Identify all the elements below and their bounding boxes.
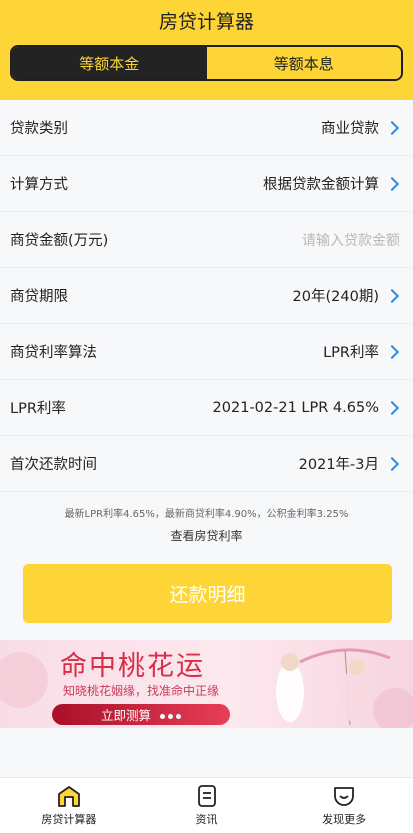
row-label: 商贷金额(万元)	[10, 233, 109, 249]
row-value: 2021年-3月	[298, 457, 379, 473]
loan-form: 贷款类别 商业贷款 计算方式 根据贷款金额计算 商贷金额(万元) 请输入贷款金额…	[0, 100, 413, 492]
tab-news[interactable]: 资讯	[138, 778, 276, 833]
banner-cta-label: 立即测算	[100, 708, 151, 723]
chevron-right-icon	[384, 288, 400, 303]
tab-label: 资讯	[195, 813, 218, 826]
row-label: 贷款类别	[10, 121, 68, 137]
discover-icon	[334, 787, 355, 806]
view-rates-link[interactable]: 查看房贷利率	[0, 527, 413, 544]
page-title: 房贷计算器	[158, 11, 254, 33]
repayment-type-switch: 等额本金 等额本息	[10, 45, 403, 81]
row-label: 计算方式	[10, 177, 68, 193]
row-first-payment[interactable]: 首次还款时间 2021年-3月	[0, 436, 413, 492]
row-rate-method[interactable]: 商贷利率算法 LPR利率	[0, 324, 413, 380]
repayment-detail-button[interactable]: 还款明细	[23, 564, 392, 623]
tab-label: 房贷计算器	[41, 813, 97, 826]
bottom-tab-bar: 房贷计算器 资讯 发现更多	[0, 777, 413, 833]
dots-icon	[157, 707, 181, 722]
row-value: 20年(240期)	[292, 289, 379, 305]
chevron-right-icon	[384, 120, 400, 135]
chevron-right-icon	[384, 400, 400, 415]
loan-amount-input[interactable]: 请输入贷款金额	[302, 230, 400, 250]
banner-title: 命中桃花运	[60, 651, 205, 682]
chevron-right-icon	[384, 456, 400, 471]
banner-subtitle: 知晓桃花姻缘，找准命中正缘	[63, 684, 220, 698]
tab-equal-installment[interactable]: 等额本息	[206, 47, 401, 79]
tab-discover[interactable]: 发现更多	[275, 778, 413, 833]
ad-banner[interactable]: 命中桃花运 知晓桃花姻缘，找准命中正缘 立即测算	[0, 640, 413, 728]
chevron-right-icon	[384, 344, 400, 359]
row-value: 商业贷款	[321, 121, 379, 137]
row-label: 商贷利率算法	[10, 345, 97, 361]
document-icon	[197, 785, 216, 807]
tab-label: 发现更多	[322, 813, 367, 826]
rates-note: 最新LPR利率4.65%，最新商贷利率4.90%，公积金利率3.25%	[64, 509, 349, 520]
row-loan-category[interactable]: 贷款类别 商业贷款	[0, 100, 413, 156]
row-lpr-rate[interactable]: LPR利率 2021-02-21 LPR 4.65%	[0, 380, 413, 436]
row-label: LPR利率	[10, 401, 66, 417]
banner-cta-button[interactable]: 立即测算	[52, 704, 230, 725]
chevron-right-icon	[384, 176, 400, 191]
row-calc-method[interactable]: 计算方式 根据贷款金额计算	[0, 156, 413, 212]
row-loan-amount: 商贷金额(万元) 请输入贷款金额	[0, 212, 413, 268]
row-loan-term[interactable]: 商贷期限 20年(240期)	[0, 268, 413, 324]
app-header: 房贷计算器 等额本金 等额本息	[0, 0, 413, 100]
row-value: LPR利率	[323, 345, 379, 361]
row-label: 首次还款时间	[10, 457, 97, 473]
row-label: 商贷期限	[10, 289, 68, 305]
tab-equal-principal[interactable]: 等额本金	[12, 47, 207, 79]
row-value: 2021-02-21 LPR 4.65%	[212, 399, 379, 416]
row-value: 根据贷款金额计算	[263, 177, 379, 193]
tab-mortgage-calculator[interactable]: 房贷计算器	[0, 778, 138, 833]
house-icon	[57, 786, 80, 807]
